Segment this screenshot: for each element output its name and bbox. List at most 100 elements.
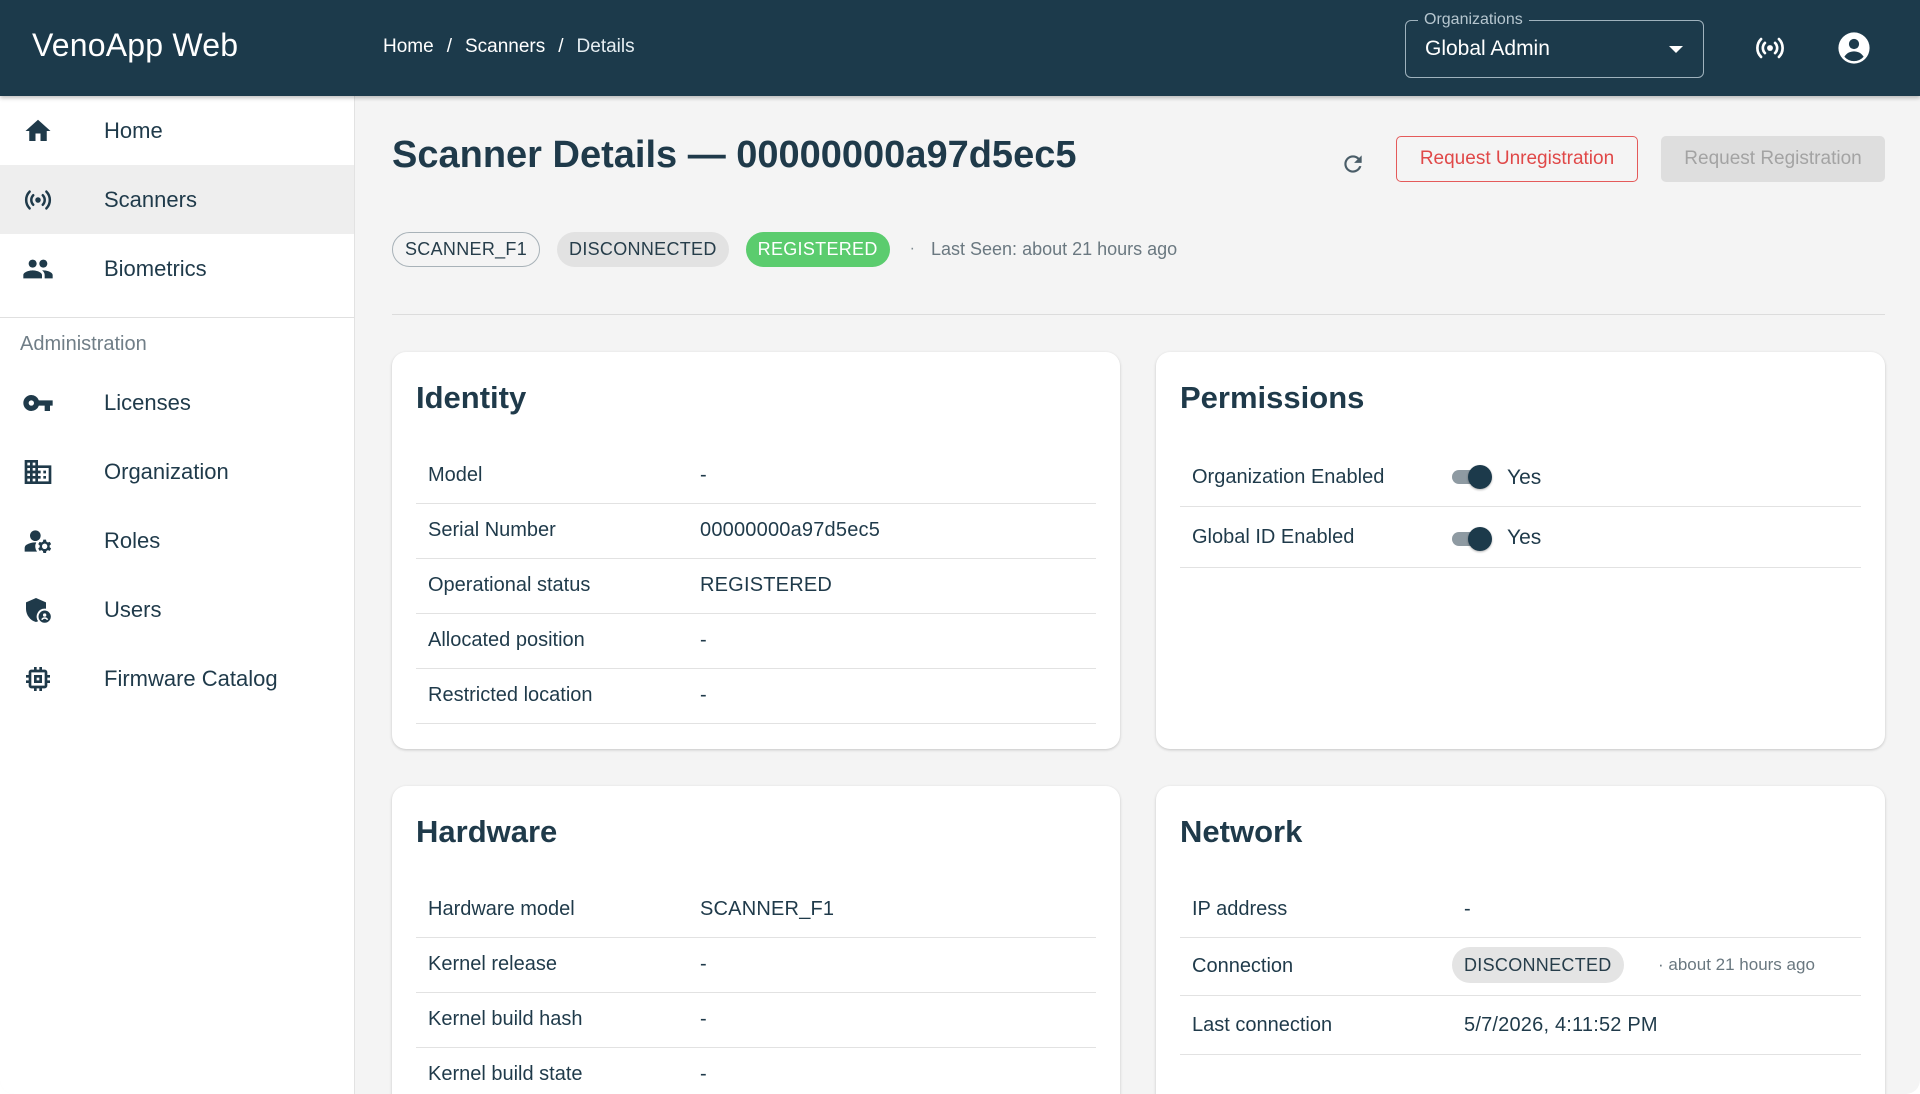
home-icon bbox=[22, 115, 54, 147]
field-label: Last connection bbox=[1192, 1014, 1333, 1036]
last-seen-text: Last Seen: about 21 hours ago bbox=[931, 238, 1178, 259]
field-value: - bbox=[700, 464, 707, 486]
table-row: Kernel build hash - bbox=[416, 993, 1096, 1048]
sidebar-item-label: Roles bbox=[104, 527, 161, 553]
connection-status-badge: DISCONNECTED bbox=[557, 231, 729, 267]
toggle-thumb bbox=[1468, 465, 1492, 489]
sidebar-item-scanners[interactable]: Scanners bbox=[0, 165, 354, 234]
sidebar-item-users[interactable]: Users bbox=[0, 575, 354, 644]
table-row: Kernel release - bbox=[416, 938, 1096, 993]
model-chip: SCANNER_F1 bbox=[392, 231, 541, 267]
connection-time-ago: · about 21 hours ago bbox=[1658, 955, 1815, 974]
table-row: Kernel build state - bbox=[416, 1048, 1096, 1094]
sidebar-item-home[interactable]: Home bbox=[0, 96, 354, 165]
main-content: Scanner Details — 00000000a97d5ec5 Reque… bbox=[355, 96, 1920, 1094]
field-label: Kernel release bbox=[428, 953, 557, 975]
app-title: VenoApp Web bbox=[32, 27, 239, 63]
breadcrumb-home[interactable]: Home bbox=[383, 36, 434, 58]
network-card: Network IP address - Connection DISCONNE… bbox=[1156, 786, 1885, 1094]
toggle-label: Yes bbox=[1507, 466, 1542, 489]
field-value: - bbox=[700, 953, 707, 975]
field-label: Allocated position bbox=[428, 629, 585, 651]
field-value: - bbox=[1464, 898, 1471, 920]
sidebar-item-label: Organization bbox=[104, 458, 229, 484]
toggle-thumb bbox=[1468, 527, 1492, 551]
breadcrumb: Home / Scanners / Details bbox=[383, 36, 635, 58]
sidebar-item-label: Users bbox=[104, 596, 162, 622]
card-title: Network bbox=[1180, 814, 1303, 849]
separator-dot: · bbox=[909, 240, 915, 257]
people-icon bbox=[22, 253, 54, 285]
sidebar-item-biometrics[interactable]: Biometrics bbox=[0, 234, 354, 303]
chip-icon bbox=[22, 663, 54, 695]
field-value: 5/7/2026, 4:11:52 PM bbox=[1464, 1014, 1658, 1036]
status-chips: SCANNER_F1 DISCONNECTED REGISTERED · Las… bbox=[392, 231, 1177, 267]
connection-status-badge: DISCONNECTED bbox=[1452, 947, 1624, 983]
page-title: Scanner Details — 00000000a97d5ec5 bbox=[392, 134, 1077, 176]
broadcast-icon bbox=[22, 184, 54, 216]
field-label: Kernel build state bbox=[428, 1063, 583, 1085]
sidebar-item-label: Firmware Catalog bbox=[104, 665, 278, 691]
sidebar-divider bbox=[0, 317, 354, 318]
table-row: Model - bbox=[416, 449, 1096, 504]
breadcrumb-separator: / bbox=[558, 36, 564, 57]
field-value: - bbox=[700, 1008, 707, 1030]
global-id-enabled-toggle[interactable] bbox=[1450, 527, 1494, 551]
sidebar-section-label: Administration bbox=[20, 333, 147, 355]
app-window: VenoApp Web Home / Scanners / Details Or… bbox=[0, 0, 1920, 1094]
identity-card: Identity Model - Serial Number 00000000a… bbox=[392, 352, 1120, 749]
refresh-button[interactable] bbox=[1333, 144, 1373, 184]
header-divider bbox=[392, 314, 1885, 315]
organization-select[interactable]: Organizations Global Admin bbox=[1405, 11, 1704, 78]
sidebar-item-label: Biometrics bbox=[104, 255, 207, 281]
account-circle-icon[interactable] bbox=[1836, 30, 1872, 66]
field-label: Serial Number bbox=[428, 519, 556, 541]
request-registration-button: Request Registration bbox=[1661, 136, 1885, 182]
user-gear-icon bbox=[22, 525, 54, 557]
card-title: Hardware bbox=[416, 814, 558, 849]
sidebar-item-licenses[interactable]: Licenses bbox=[0, 368, 354, 437]
field-label: Organization Enabled bbox=[1192, 466, 1385, 488]
field-label: Hardware model bbox=[428, 898, 575, 920]
table-row: Last connection 5/7/2026, 4:11:52 PM bbox=[1180, 996, 1861, 1055]
field-value: REGISTERED bbox=[700, 574, 833, 596]
table-row: Restricted location - bbox=[416, 669, 1096, 724]
sidebar-item-organization[interactable]: Organization bbox=[0, 437, 354, 506]
hardware-card: Hardware Hardware model SCANNER_F1 Kerne… bbox=[392, 786, 1120, 1094]
field-value: - bbox=[700, 1063, 707, 1085]
sidebar-item-label: Home bbox=[104, 117, 163, 143]
breadcrumb-details: Details bbox=[576, 36, 635, 57]
key-icon bbox=[22, 387, 54, 419]
table-row: Serial Number 00000000a97d5ec5 bbox=[416, 504, 1096, 559]
field-value: SCANNER_F1 bbox=[700, 898, 835, 920]
building-icon bbox=[22, 456, 54, 488]
permissions-card: Permissions Organization Enabled Yes Glo… bbox=[1156, 352, 1885, 749]
breadcrumb-separator: / bbox=[446, 36, 452, 57]
field-label: Restricted location bbox=[428, 684, 593, 706]
organization-enabled-toggle[interactable] bbox=[1450, 465, 1494, 489]
field-value: 00000000a97d5ec5 bbox=[700, 519, 881, 541]
sidebar-item-roles[interactable]: Roles bbox=[0, 506, 354, 575]
broadcast-icon[interactable] bbox=[1752, 30, 1788, 66]
request-unregistration-button[interactable]: Request Unregistration bbox=[1396, 136, 1638, 182]
organization-select-value: Global Admin bbox=[1425, 37, 1550, 60]
field-label: Connection bbox=[1192, 955, 1294, 977]
table-row: Allocated position - bbox=[416, 614, 1096, 669]
field-label: Operational status bbox=[428, 574, 591, 596]
table-row: Operational status REGISTERED bbox=[416, 559, 1096, 614]
card-title: Permissions bbox=[1180, 380, 1365, 415]
field-label: Kernel build hash bbox=[428, 1008, 583, 1030]
sidebar-item-label: Licenses bbox=[104, 389, 191, 415]
caret-down-icon bbox=[1669, 46, 1683, 53]
toggle-label: Yes bbox=[1507, 526, 1542, 549]
shield-user-icon bbox=[22, 594, 54, 626]
registration-status-badge: REGISTERED bbox=[745, 231, 890, 267]
top-app-bar: VenoApp Web Home / Scanners / Details Or… bbox=[0, 0, 1920, 96]
table-row: Global ID Enabled Yes bbox=[1180, 507, 1861, 568]
sidebar-item-firmware-catalog[interactable]: Firmware Catalog bbox=[0, 644, 354, 713]
refresh-icon bbox=[1344, 155, 1362, 173]
field-value: - bbox=[700, 629, 707, 651]
card-title: Identity bbox=[416, 380, 527, 415]
breadcrumb-scanners[interactable]: Scanners bbox=[465, 36, 545, 58]
sidebar: Home Scanners Biometrics Administration … bbox=[0, 96, 355, 1094]
